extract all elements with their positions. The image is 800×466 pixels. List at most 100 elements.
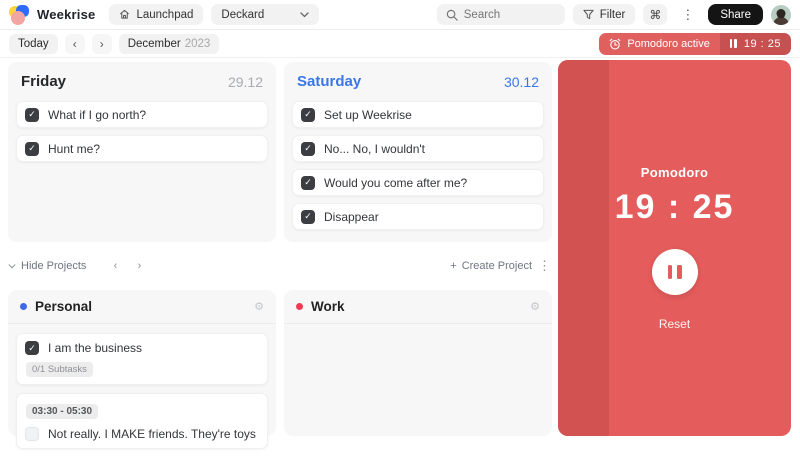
project-task-card[interactable]: 03:30 - 05:30 Not really. I MAKE friends… xyxy=(16,393,268,449)
more-options-button[interactable]: ⋮ xyxy=(675,4,700,25)
project-name: Personal xyxy=(35,299,93,314)
projects-prev-button[interactable]: ‹ xyxy=(106,257,124,275)
filter-label: Filter xyxy=(599,8,626,21)
project-task-list xyxy=(284,324,552,342)
day-date: 29.12 xyxy=(227,73,263,90)
board: Friday 29.12 What if I go north? Hunt me… xyxy=(0,58,800,449)
launchpad-button[interactable]: Launchpad xyxy=(109,4,204,25)
pause-icon xyxy=(667,265,672,279)
project-settings-gear-icon[interactable]: ⚙ xyxy=(530,300,540,313)
pomodoro-panel: Pomodoro 19 : 25 Reset xyxy=(558,60,791,436)
day-header: Saturday 30.12 xyxy=(284,62,552,99)
weekrise-logo-icon xyxy=(9,4,29,25)
top-bar: Weekrise Launchpad Deckard Filter ⌘ ⋮ Sh… xyxy=(0,0,800,30)
chevron-left-icon: ‹ xyxy=(113,260,118,272)
pomodoro-reset-button[interactable]: Reset xyxy=(659,317,690,331)
task-checkbox-checked[interactable] xyxy=(301,175,315,190)
subtasks-badge: 0/1 Subtasks xyxy=(26,362,93,377)
project-header: Work ⚙ xyxy=(284,290,552,324)
filter-button[interactable]: Filter xyxy=(572,4,636,25)
chevron-right-icon: › xyxy=(99,36,104,51)
day-header: Friday 29.12 xyxy=(8,62,276,99)
plus-icon: + xyxy=(450,260,457,272)
project-task-list: I am the business 0/1 Subtasks 03:30 - 0… xyxy=(8,324,276,466)
search-input[interactable] xyxy=(463,8,554,21)
hide-projects-label: Hide Projects xyxy=(21,260,87,272)
day-name: Friday xyxy=(21,73,67,90)
pomodoro-badge-label: Pomodoro active xyxy=(627,37,710,50)
share-button[interactable]: Share xyxy=(708,4,763,25)
project-color-dot xyxy=(20,303,27,310)
create-project-button[interactable]: + Create Project xyxy=(450,260,532,272)
pomodoro-pause-button[interactable] xyxy=(651,249,698,295)
alarm-clock-icon xyxy=(609,38,621,50)
task-checkbox-checked[interactable] xyxy=(301,209,315,224)
prev-week-button[interactable]: ‹ xyxy=(64,33,85,54)
pomodoro-status-badge[interactable]: Pomodoro active 19 : 25 xyxy=(599,32,791,55)
calendar-toolbar: Today ‹ › December 2023 Pomodoro active … xyxy=(0,30,800,58)
user-avatar[interactable] xyxy=(771,4,791,25)
task-label: No... No, I wouldn't xyxy=(324,141,426,156)
filter-funnel-icon xyxy=(583,9,594,20)
command-menu-button[interactable]: ⌘ xyxy=(643,4,668,25)
chevron-left-icon: ‹ xyxy=(72,36,77,51)
pomodoro-title: Pomodoro xyxy=(640,165,709,180)
project-color-dot xyxy=(296,303,303,310)
task-row[interactable]: Disappear xyxy=(292,203,544,230)
chevron-down-icon xyxy=(300,11,310,17)
today-label: Today xyxy=(18,37,49,50)
pomodoro-content: Pomodoro 19 : 25 Reset xyxy=(558,60,791,436)
project-task-card[interactable]: I am the business 0/1 Subtasks xyxy=(16,333,268,385)
day-name: Saturday xyxy=(297,73,362,90)
day-column-friday: Friday 29.12 What if I go north? Hunt me… xyxy=(8,62,276,242)
task-row[interactable]: Hunt me? xyxy=(16,135,268,162)
next-week-button[interactable]: › xyxy=(91,33,112,54)
pomodoro-time: 19 : 25 xyxy=(614,188,735,226)
project-settings-gear-icon[interactable]: ⚙ xyxy=(254,300,264,313)
pomodoro-badge-time: 19 : 25 xyxy=(743,37,781,50)
task-label: Disappear xyxy=(324,209,379,224)
task-label: I am the business xyxy=(48,341,143,355)
pomodoro-active-segment[interactable]: Pomodoro active xyxy=(599,32,720,55)
projects-next-button[interactable]: › xyxy=(130,257,148,275)
task-row[interactable]: No... No, I wouldn't xyxy=(292,135,544,162)
pomodoro-timer-segment[interactable]: 19 : 25 xyxy=(719,32,791,55)
month-selector[interactable]: December 2023 xyxy=(118,33,220,54)
time-range-badge: 03:30 - 05:30 xyxy=(26,404,99,419)
task-checkbox-checked[interactable] xyxy=(301,141,315,156)
task-label: What if I go north? xyxy=(48,107,147,122)
task-checkbox-unchecked[interactable] xyxy=(25,427,39,441)
day-date: 30.12 xyxy=(503,73,539,90)
search-icon xyxy=(446,9,458,21)
project-card-work: Work ⚙ xyxy=(284,290,552,436)
task-label: Set up Weekrise xyxy=(324,107,412,122)
task-label: Would you come after me? xyxy=(324,175,468,190)
chevron-right-icon: › xyxy=(137,260,142,272)
workspace-dropdown[interactable]: Deckard xyxy=(211,4,320,25)
project-name: Work xyxy=(311,299,345,314)
task-row[interactable]: Set up Weekrise xyxy=(292,101,544,128)
pause-icon xyxy=(729,39,737,48)
task-checkbox-checked[interactable] xyxy=(25,141,39,156)
project-card-personal: Personal ⚙ I am the business 0/1 Subtask… xyxy=(8,290,276,449)
task-list: What if I go north? Hunt me? xyxy=(8,99,276,171)
kebab-menu-icon: ⋮ xyxy=(681,6,695,22)
task-label: Not really. I MAKE friends. They're toys xyxy=(48,427,256,441)
projects-more-button[interactable]: ⋮ xyxy=(538,258,552,274)
task-row[interactable]: What if I go north? xyxy=(16,101,268,128)
day-column-saturday: Saturday 30.12 Set up Weekrise No... No,… xyxy=(284,62,552,242)
search-box[interactable] xyxy=(436,4,565,25)
task-checkbox-checked[interactable] xyxy=(25,107,39,122)
year-label: 2023 xyxy=(184,37,211,50)
weekrise-app: Weekrise Launchpad Deckard Filter ⌘ ⋮ Sh… xyxy=(0,0,800,449)
chevron-down-icon xyxy=(8,263,16,268)
app-title: Weekrise xyxy=(37,7,96,22)
task-checkbox-checked[interactable] xyxy=(301,107,315,122)
avatar-person-icon xyxy=(773,8,789,25)
today-button[interactable]: Today xyxy=(9,33,58,54)
task-row[interactable]: Would you come after me? xyxy=(292,169,544,196)
home-icon xyxy=(120,9,130,19)
task-checkbox-checked[interactable] xyxy=(25,341,39,355)
workspace-label: Deckard xyxy=(221,8,265,21)
hide-projects-button[interactable]: Hide Projects xyxy=(8,260,86,272)
